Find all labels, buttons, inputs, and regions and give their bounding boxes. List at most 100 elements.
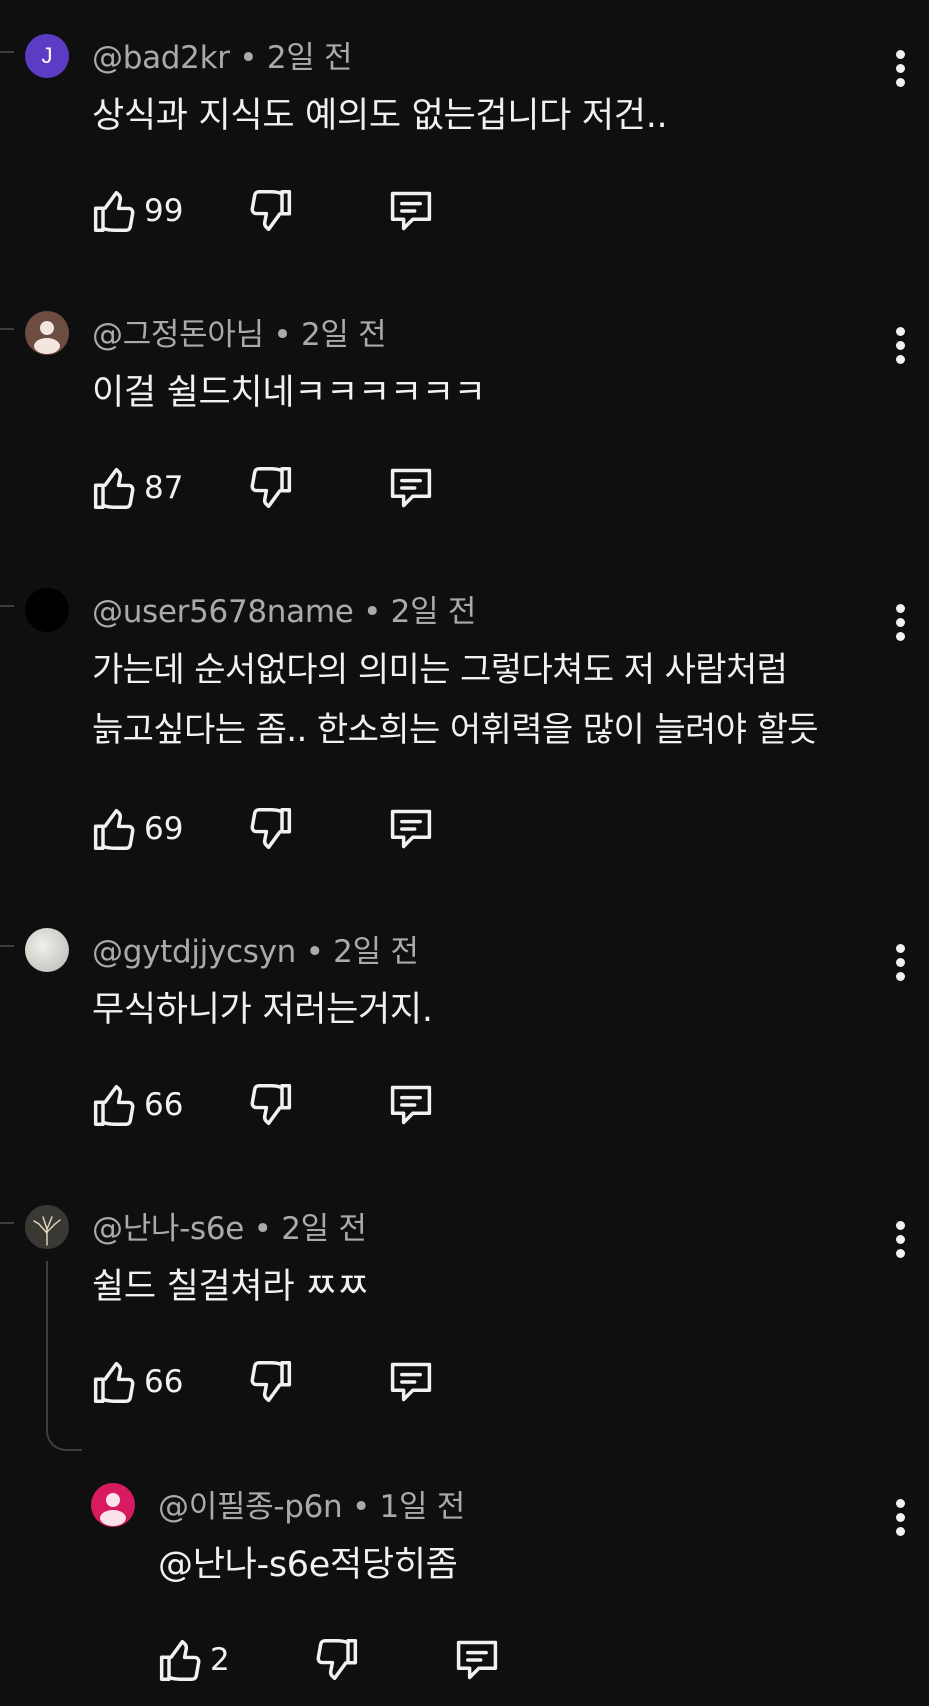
comment-meta: @gytdjjycsyn • 2일 전 <box>92 932 419 972</box>
comment-meta: @user5678name • 2일 전 <box>92 592 476 632</box>
avatar[interactable] <box>25 588 69 632</box>
comment-meta: @그정돈아님 • 2일 전 <box>92 315 387 355</box>
dislike-button[interactable] <box>249 1075 293 1135</box>
dot <box>895 957 905 967</box>
like-button[interactable]: 99 <box>92 181 183 241</box>
thumbs-down-icon <box>316 1639 358 1681</box>
author-name[interactable]: @난나-s6e <box>92 1211 244 1247</box>
comment-text: 상식과 지식도 예의도 없는겁니다 저건.. <box>92 96 668 136</box>
thumbs-up-icon <box>159 1639 201 1681</box>
comment-actions: 66 <box>92 1352 452 1412</box>
comment-reply-icon <box>390 1085 432 1125</box>
dot <box>895 1220 905 1230</box>
separator-dot: • <box>305 934 324 970</box>
like-button[interactable]: 87 <box>92 458 183 518</box>
thread-line <box>46 1261 48 1421</box>
dot <box>895 617 905 627</box>
comment-actions: 2 <box>158 1630 518 1690</box>
more-options-button[interactable] <box>885 1492 915 1542</box>
dot <box>895 49 905 59</box>
dot <box>895 1512 905 1522</box>
dot <box>895 631 905 641</box>
thumbs-up-icon <box>93 1361 135 1403</box>
avatar[interactable] <box>25 1205 69 1249</box>
separator-dot: • <box>239 40 258 76</box>
like-button[interactable]: 69 <box>92 799 183 859</box>
dot <box>895 354 905 364</box>
avatar[interactable]: J <box>25 34 69 78</box>
comment-time[interactable]: 2일 전 <box>391 594 477 630</box>
comment-reply-icon <box>456 1640 498 1680</box>
more-options-button[interactable] <box>885 43 915 93</box>
comment-reply-icon <box>390 468 432 508</box>
comment-text: 이걸 쉴드치네ㅋㅋㅋㅋㅋㅋ <box>92 373 486 413</box>
dot <box>895 77 905 87</box>
like-count: 66 <box>144 1087 184 1123</box>
dot <box>895 971 905 981</box>
dislike-button[interactable] <box>249 181 293 241</box>
dot <box>895 1498 905 1508</box>
thumbs-down-icon <box>250 808 292 850</box>
comment-actions: 87 <box>92 458 452 518</box>
dot <box>895 1526 905 1536</box>
avatar[interactable] <box>25 928 69 972</box>
more-options-button[interactable] <box>885 320 915 370</box>
comment-time[interactable]: 1일 전 <box>380 1489 466 1525</box>
comment-time[interactable]: 2일 전 <box>333 934 419 970</box>
dislike-button[interactable] <box>249 1352 293 1412</box>
thumbs-up-icon <box>93 467 135 509</box>
person-icon <box>100 1493 126 1526</box>
comment-time[interactable]: 2일 전 <box>301 317 387 353</box>
reply-button[interactable] <box>387 458 435 518</box>
thumbs-up-icon <box>93 808 135 850</box>
comment-actions: 66 <box>92 1075 452 1135</box>
reply-button[interactable] <box>387 799 435 859</box>
comment-time[interactable]: 2일 전 <box>281 1211 367 1247</box>
comment-reply-icon <box>390 191 432 231</box>
reply-button[interactable] <box>387 1075 435 1135</box>
thread-connector <box>0 51 14 53</box>
more-options-button[interactable] <box>885 937 915 987</box>
dot <box>895 63 905 73</box>
thumbs-up-icon <box>93 1084 135 1126</box>
comment-actions: 99 <box>92 181 452 241</box>
like-count: 87 <box>144 470 184 506</box>
thumbs-down-icon <box>250 467 292 509</box>
avatar-letter: J <box>41 43 53 68</box>
like-button[interactable]: 66 <box>92 1352 183 1412</box>
reply-button[interactable] <box>453 1630 501 1690</box>
thread-connector <box>0 945 14 947</box>
author-name[interactable]: @bad2kr <box>92 40 230 76</box>
comment-meta: @이필종-p6n • 1일 전 <box>158 1487 465 1527</box>
like-button[interactable]: 2 <box>158 1630 230 1690</box>
author-name[interactable]: @그정돈아님 <box>92 317 264 353</box>
author-name[interactable]: @user5678name <box>92 594 354 630</box>
dislike-button[interactable] <box>249 799 293 859</box>
more-options-button[interactable] <box>885 597 915 647</box>
comment-text: 가는데 순서없다의 의미는 그렇다쳐도 저 사람처럼 늙고싶다는 좀.. 한소희… <box>92 650 819 750</box>
reply-button[interactable] <box>387 181 435 241</box>
like-count: 66 <box>144 1364 184 1400</box>
thumbs-down-icon <box>250 1361 292 1403</box>
thumbs-up-icon <box>93 190 135 232</box>
dot <box>895 326 905 336</box>
thread-connector <box>0 605 14 607</box>
dot <box>895 1234 905 1244</box>
like-count: 69 <box>144 811 184 847</box>
tree-image <box>25 1205 69 1249</box>
comment-text: 쉴드 칠걸쳐라 ㅉㅉ <box>92 1267 369 1307</box>
author-name[interactable]: @이필종-p6n <box>158 1489 343 1525</box>
avatar[interactable] <box>25 311 69 355</box>
more-options-button[interactable] <box>885 1214 915 1264</box>
reply-button[interactable] <box>387 1352 435 1412</box>
comment-reply-icon <box>390 1362 432 1402</box>
dislike-button[interactable] <box>315 1630 359 1690</box>
comment-meta: @난나-s6e • 2일 전 <box>92 1209 367 1249</box>
like-button[interactable]: 66 <box>92 1075 183 1135</box>
dislike-button[interactable] <box>249 458 293 518</box>
thumbs-down-icon <box>250 1084 292 1126</box>
like-count: 2 <box>210 1642 230 1678</box>
avatar[interactable] <box>91 1483 135 1527</box>
comment-time[interactable]: 2일 전 <box>267 40 353 76</box>
author-name[interactable]: @gytdjjycsyn <box>92 934 296 970</box>
